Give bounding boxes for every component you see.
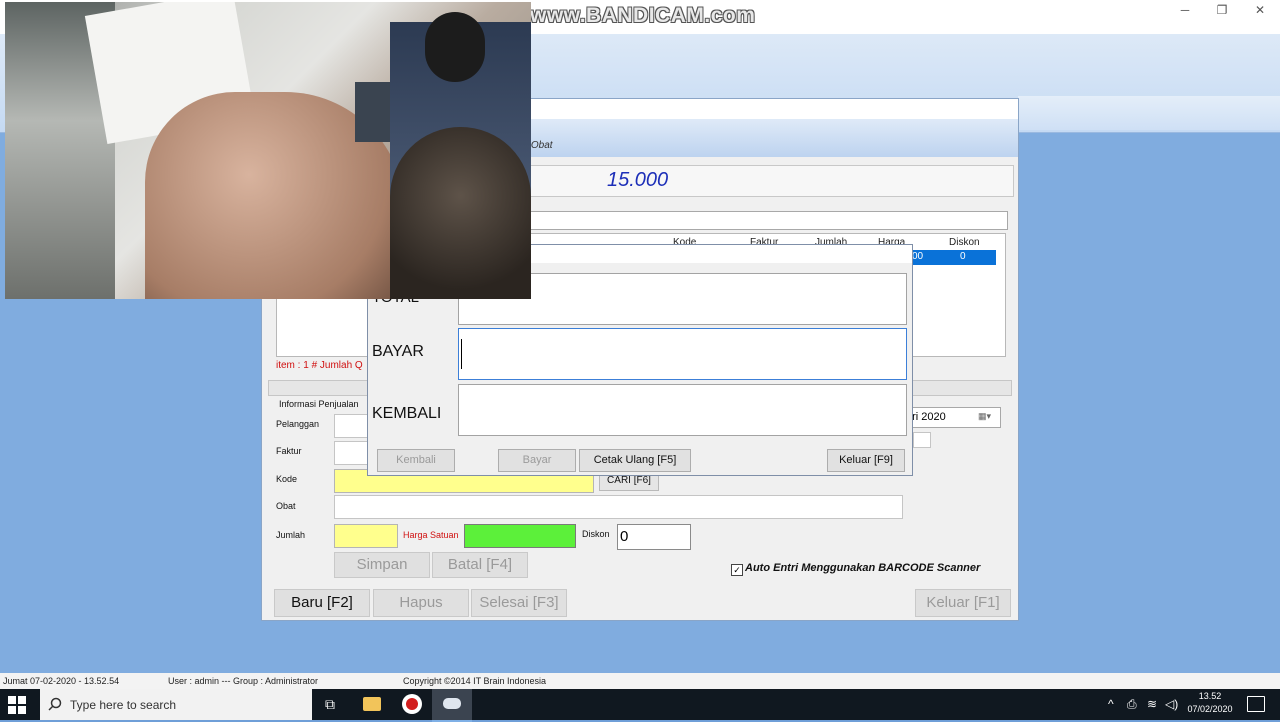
bayar-button[interactable]: Bayar bbox=[498, 449, 576, 472]
jumlah-label: Jumlah bbox=[276, 530, 306, 540]
bandicam-icon[interactable] bbox=[402, 694, 422, 714]
barcode-label: Auto Entri Menggunakan BARCODE Scanner bbox=[745, 562, 981, 574]
network-icon[interactable]: ≋ bbox=[1147, 697, 1157, 711]
webcam-overlay bbox=[5, 2, 531, 299]
bayar-input[interactable] bbox=[458, 328, 907, 380]
baru-button[interactable]: Baru [F2] bbox=[274, 589, 370, 617]
obat-label: Obat bbox=[276, 501, 296, 511]
desktop-app: ─ ❐ ✕ www.BANDICAM.com an Obat 15.000 Ko… bbox=[0, 0, 1280, 722]
batal-button[interactable]: Batal [F4] bbox=[432, 552, 528, 578]
taskbar: Type here to search ⧉ ^ ⎙ ≋ ◁) 13.52 07/… bbox=[0, 689, 1280, 722]
kembali-button[interactable]: Kembali bbox=[377, 449, 455, 472]
webcam-microphone-windscreen bbox=[390, 127, 531, 299]
taskbar-clock[interactable]: 13.52 07/02/2020 bbox=[1180, 690, 1240, 716]
clock-time: 13.52 bbox=[1198, 691, 1222, 701]
taskbar-search-input[interactable]: Type here to search bbox=[40, 689, 312, 720]
status-date: Jumat 07-02-2020 - 13.52.54 bbox=[3, 676, 120, 686]
minimize-button[interactable]: ─ bbox=[1168, 2, 1202, 18]
task-view-icon[interactable]: ⧉ bbox=[325, 696, 341, 712]
kode-label: Kode bbox=[276, 474, 298, 484]
info-group-title: Informasi Penjualan bbox=[279, 399, 359, 409]
status-bar: Jumat 07-02-2020 - 13.52.54 User : admin… bbox=[0, 673, 1280, 689]
harga-satuan-field[interactable] bbox=[464, 524, 576, 548]
pelanggan-label: Pelanggan bbox=[276, 419, 320, 429]
diskon-label: Diskon bbox=[582, 529, 610, 539]
tray-expand-icon[interactable]: ^ bbox=[1108, 697, 1114, 711]
simpan-button[interactable]: Simpan bbox=[334, 552, 430, 578]
clock-date: 07/02/2020 bbox=[1187, 704, 1233, 714]
column-header-diskon[interactable]: Diskon bbox=[949, 237, 980, 248]
search-placeholder: Type here to search bbox=[70, 698, 177, 712]
notification-icon[interactable] bbox=[1247, 696, 1265, 712]
volume-icon[interactable]: ◁) bbox=[1165, 697, 1178, 711]
info-field[interactable] bbox=[913, 432, 931, 448]
printer-icon[interactable]: ⎙ bbox=[1127, 697, 1137, 712]
file-explorer-icon[interactable] bbox=[363, 697, 381, 711]
kembali-label: KEMBALI bbox=[372, 405, 442, 422]
total-display-value: 15.000 bbox=[607, 169, 669, 191]
restore-button[interactable]: ❐ bbox=[1205, 2, 1239, 18]
app-taskbar-button[interactable] bbox=[432, 689, 472, 722]
windows-start-icon[interactable] bbox=[8, 696, 26, 714]
item-summary: item : 1 # Jumlah Q bbox=[276, 360, 363, 371]
date-picker[interactable]: ari 2020 ▦▾ bbox=[901, 407, 1001, 428]
webcam-person-head bbox=[425, 12, 485, 82]
diskon-field[interactable]: 0 bbox=[617, 524, 691, 550]
faktur-label: Faktur bbox=[276, 446, 302, 456]
cell-harga: 00 bbox=[912, 251, 924, 262]
text-cursor bbox=[461, 339, 462, 369]
keluar-dialog-button[interactable]: Keluar [F9] bbox=[827, 449, 905, 472]
cetak-ulang-button[interactable]: Cetak Ulang [F5] bbox=[579, 449, 691, 472]
harga-satuan-label: Harga Satuan bbox=[403, 530, 459, 540]
bayar-label: BAYAR bbox=[372, 343, 424, 360]
status-copyright: Copyright ©2014 IT Brain Indonesia bbox=[403, 676, 547, 686]
cell-diskon: 0 bbox=[960, 251, 966, 262]
keluar-button[interactable]: Keluar [F1] bbox=[915, 589, 1011, 617]
selesai-button[interactable]: Selesai [F3] bbox=[471, 589, 567, 617]
hapus-button[interactable]: Hapus bbox=[373, 589, 469, 617]
recording-watermark: www.BANDICAM.com bbox=[530, 4, 756, 27]
ribbon-panel bbox=[1018, 96, 1280, 130]
status-user: User : admin --- Group : Administrator bbox=[168, 676, 319, 686]
obat-field[interactable] bbox=[334, 495, 903, 519]
diskon-field-value: 0 bbox=[620, 528, 629, 545]
kembali-field[interactable] bbox=[458, 384, 907, 436]
search-icon bbox=[48, 697, 62, 711]
close-button[interactable]: ✕ bbox=[1243, 2, 1277, 18]
jumlah-field[interactable] bbox=[334, 524, 398, 548]
calendar-dropdown-icon[interactable]: ▦▾ bbox=[978, 411, 991, 422]
barcode-checkbox[interactable]: ✓ bbox=[731, 564, 743, 576]
